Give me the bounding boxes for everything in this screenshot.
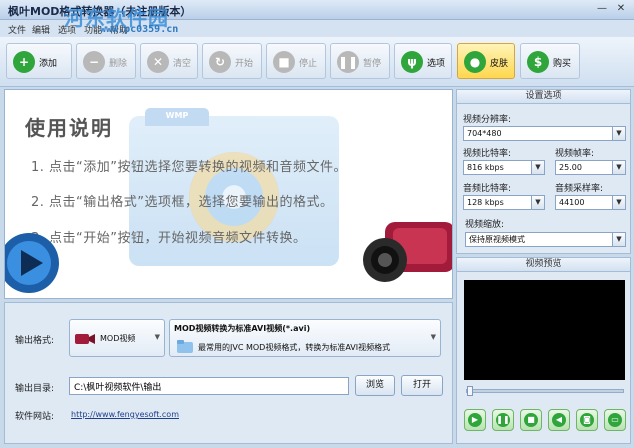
instruction-line-3: 3. 点击“开始”按钮，开始视频音频文件转换。	[31, 231, 307, 246]
video-screen	[464, 280, 625, 380]
chevron-down-icon: ▼	[430, 333, 436, 341]
video-bitrate-select[interactable]: 816 kbps ▼	[463, 160, 545, 175]
sample-rate-label: 音频采样率:	[555, 184, 604, 194]
chevron-down-icon: ▼	[612, 127, 625, 140]
camera-icon: ◙	[580, 413, 594, 427]
instructions-panel: WMP 使用说明 1. 点击“添加”按钮选择您要转换的视频和音频文件。 2. 点…	[4, 89, 453, 299]
stop-preview-button[interactable]: ■	[520, 409, 542, 431]
frame-rate-select[interactable]: 25.00 ▼	[555, 160, 626, 175]
output-dir-input[interactable]	[69, 377, 349, 395]
video-bitrate-label: 视频比特率:	[463, 149, 512, 159]
preview-panel: 视频预览 ▶ ❚❚ ■ ◀ ◙ ▭	[456, 257, 631, 444]
speaker-icon: ◀	[552, 413, 566, 427]
instruction-line-2: 2. 点击“输出格式”选项框，选择您要输出的格式。	[31, 195, 334, 210]
output-format-label: 输出格式:	[15, 336, 55, 346]
resolution-select[interactable]: 704*480 ▼	[463, 126, 626, 141]
pause-icon: ❚❚	[496, 413, 510, 427]
toolbar: + 添加 − 删除 ✕ 清空 ↻ 开始 ■ 停止 ❚❚ 暂停 ψ 选项 ● 皮肤…	[0, 37, 634, 87]
scale-label: 视频缩放:	[465, 220, 505, 230]
frame-rate-label: 视频帧率:	[555, 149, 595, 159]
player-logo-icon	[5, 233, 59, 293]
remove-button[interactable]: − 删除	[76, 43, 136, 79]
volume-button[interactable]: ◀	[548, 409, 570, 431]
folder-small-icon	[177, 340, 193, 353]
chevron-down-icon: ▼	[531, 196, 544, 209]
settings-panel: 设置选项 视频分辨率: 704*480 ▼ 视频比特率: 视频帧率: 816 kb…	[456, 89, 631, 254]
settings-title: 设置选项	[457, 90, 630, 104]
sample-rate-select[interactable]: 44100 ▼	[555, 195, 626, 210]
camcorder-icon	[363, 222, 452, 282]
website-label: 软件网站:	[15, 412, 55, 422]
format-description: 最常用的JVC MOD视频格式，转换为标准AVI视频格式	[198, 343, 391, 352]
stop-icon: ■	[273, 51, 295, 73]
watermark-url: www.pc0359.cn	[100, 24, 179, 35]
fork-knife-icon: ψ	[401, 51, 423, 73]
minus-icon: −	[83, 51, 105, 73]
stop-icon: ■	[524, 413, 538, 427]
seek-bar[interactable]	[466, 386, 624, 396]
instruction-line-1: 1. 点击“添加”按钮选择您要转换的视频和音频文件。	[31, 160, 348, 175]
snapshot-button[interactable]: ◙	[576, 409, 598, 431]
close-button[interactable]: ✕	[613, 2, 629, 16]
output-format-select[interactable]: MOD视频 ▼	[69, 319, 165, 357]
play-icon: ▶	[468, 413, 482, 427]
seek-thumb[interactable]	[467, 386, 473, 396]
skin-button[interactable]: ● 皮肤	[457, 43, 515, 79]
chevron-down-icon: ▼	[154, 333, 160, 341]
minimize-button[interactable]: —	[594, 2, 610, 16]
x-icon: ✕	[147, 51, 169, 73]
output-format-description[interactable]: MOD视频转换为标准AVI视频(*.avi) 最常用的JVC MOD视频格式，转…	[169, 319, 441, 357]
menu-file[interactable]: 文件	[8, 23, 26, 36]
audio-bitrate-label: 音频比特率:	[463, 184, 512, 194]
folder-icon: ▭	[608, 413, 622, 427]
add-button[interactable]: + 添加	[6, 43, 72, 79]
resolution-label: 视频分辨率:	[463, 115, 512, 125]
browse-button[interactable]: 浏览	[355, 375, 395, 396]
chevron-down-icon: ▼	[531, 161, 544, 174]
output-format-value: MOD视频	[100, 334, 136, 343]
pause-button[interactable]: ❚❚ 暂停	[330, 43, 390, 79]
apple-icon: ●	[464, 51, 486, 73]
menu-edit[interactable]: 编辑	[32, 23, 50, 36]
open-button[interactable]: 打开	[401, 375, 443, 396]
plus-icon: +	[13, 51, 35, 73]
play-button[interactable]: ▶	[464, 409, 486, 431]
options-button[interactable]: ψ 选项	[394, 43, 452, 79]
preview-title: 视频预览	[457, 258, 630, 272]
output-dir-label: 输出目录:	[15, 384, 55, 394]
video-camera-icon	[75, 334, 95, 344]
chevron-down-icon: ▼	[612, 233, 625, 246]
chevron-down-icon: ▼	[612, 196, 625, 209]
pause-icon: ❚❚	[337, 51, 359, 73]
pause-preview-button[interactable]: ❚❚	[492, 409, 514, 431]
website-link[interactable]: http://www.fengyesoft.com	[71, 410, 179, 419]
format-title: MOD视频转换为标准AVI视频(*.avi)	[174, 324, 311, 333]
clear-button[interactable]: ✕ 清空	[140, 43, 198, 79]
audio-bitrate-select[interactable]: 128 kbps ▼	[463, 195, 545, 210]
refresh-icon: ↻	[209, 51, 231, 73]
instructions-title: 使用说明	[25, 116, 113, 140]
cart-icon: $	[527, 51, 549, 73]
output-panel: 输出格式: MOD视频 ▼ MOD视频转换为标准AVI视频(*.avi) 最常用…	[4, 302, 453, 444]
chevron-down-icon: ▼	[612, 161, 625, 174]
folder-tag: WMP	[145, 108, 209, 126]
stop-button[interactable]: ■ 停止	[266, 43, 326, 79]
start-button[interactable]: ↻ 开始	[202, 43, 262, 79]
buy-button[interactable]: $ 购买	[520, 43, 580, 79]
scale-select[interactable]: 保持原视频模式 ▼	[465, 232, 626, 247]
open-folder-button[interactable]: ▭	[604, 409, 626, 431]
